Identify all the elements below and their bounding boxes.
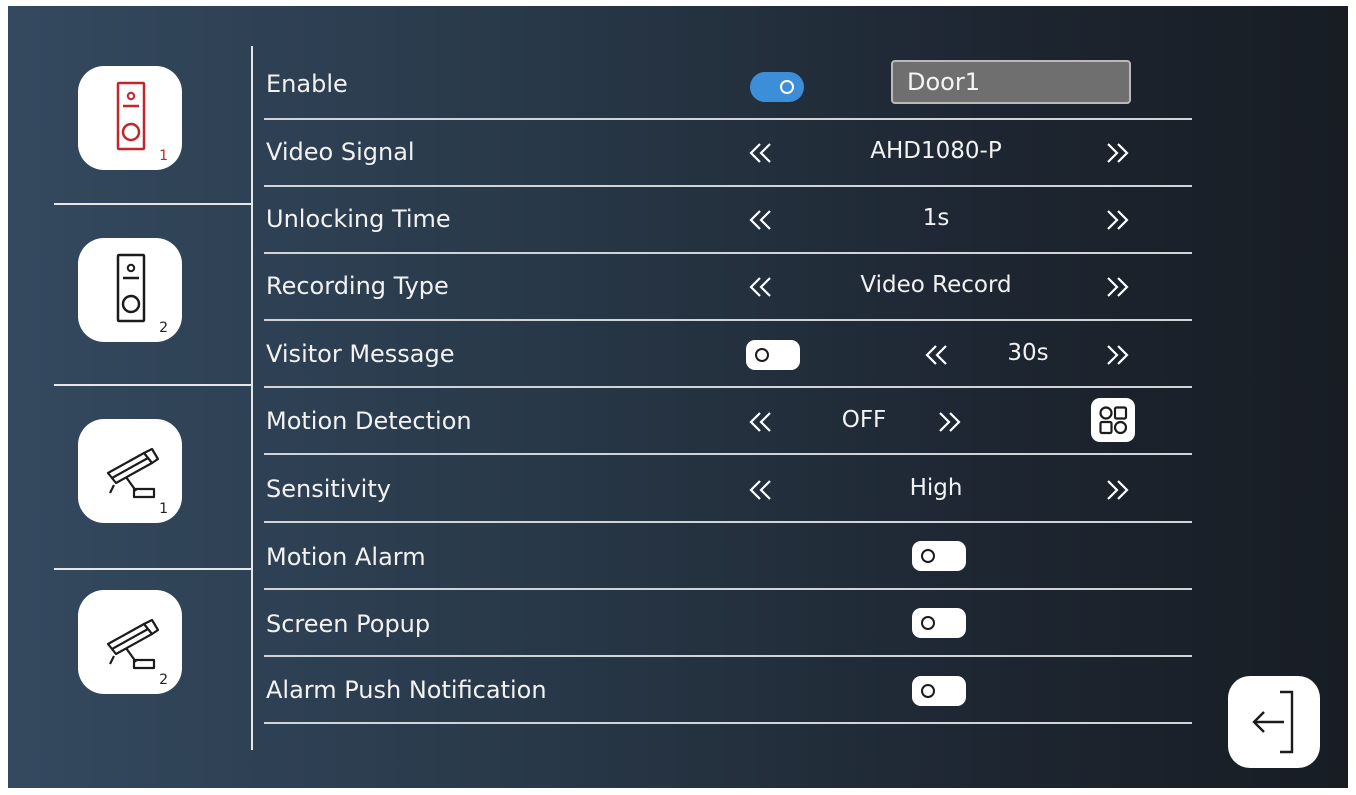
row-divider (264, 588, 1192, 590)
row-divider (264, 722, 1192, 724)
sidebar-separator (54, 568, 253, 570)
row-divider (264, 319, 1192, 321)
row-divider (264, 453, 1192, 455)
double-chevron-right-icon[interactable] (1102, 340, 1132, 370)
sidebar-divider (251, 46, 253, 750)
device-number: 1 (159, 148, 168, 164)
device-tab-camera-1[interactable]: 1 (78, 419, 182, 523)
alarm-push-notification-toggle[interactable] (912, 676, 966, 706)
double-chevron-left-icon[interactable] (746, 475, 776, 505)
motion-zone-grid-button[interactable] (1091, 398, 1135, 442)
exit-icon (1252, 690, 1294, 754)
motion-detection-value: OFF (841, 407, 887, 433)
row-divider (264, 655, 1192, 657)
exit-button[interactable] (1228, 676, 1320, 768)
double-chevron-left-icon[interactable] (746, 407, 776, 437)
video-signal-value: AHD1080-P (870, 138, 1002, 164)
enable-label: Enable (266, 70, 348, 98)
sidebar-separator (54, 203, 253, 205)
row-divider (264, 386, 1192, 388)
sidebar-separator (54, 384, 253, 386)
double-chevron-right-icon[interactable] (1102, 475, 1132, 505)
alarm-push-notification-label: Alarm Push Notification (266, 676, 547, 704)
unlocking-time-value: 1s (922, 205, 950, 231)
device-tab-door-station-2[interactable]: 2 (78, 238, 182, 342)
motion-alarm-label: Motion Alarm (266, 543, 426, 571)
video-signal-label: Video Signal (266, 138, 415, 166)
screen-popup-toggle[interactable] (912, 608, 966, 638)
recording-type-label: Recording Type (266, 272, 449, 300)
double-chevron-left-icon[interactable] (922, 340, 952, 370)
recording-type-value: Video Record (860, 272, 1012, 298)
device-number: 1 (159, 501, 168, 517)
motion-alarm-toggle[interactable] (912, 541, 966, 571)
row-divider (264, 252, 1192, 254)
grid-icon (1099, 406, 1128, 435)
enable-toggle[interactable] (750, 72, 804, 102)
device-tab-door-station-1[interactable]: 1 (78, 66, 182, 170)
double-chevron-left-icon[interactable] (746, 138, 776, 168)
sensitivity-value: High (909, 475, 963, 501)
double-chevron-left-icon[interactable] (746, 272, 776, 302)
row-divider (264, 185, 1192, 187)
double-chevron-right-icon[interactable] (934, 407, 964, 437)
sensitivity-label: Sensitivity (266, 475, 391, 503)
device-number: 2 (159, 320, 168, 336)
settings-screen: 1 2 1 2 Enable Door1 Video Signal AHD108… (8, 6, 1348, 788)
double-chevron-right-icon[interactable] (1102, 138, 1132, 168)
unlocking-time-label: Unlocking Time (266, 205, 451, 233)
double-chevron-right-icon[interactable] (1102, 272, 1132, 302)
screen-popup-label: Screen Popup (266, 610, 431, 638)
visitor-message-duration: 30s (1007, 340, 1049, 366)
visitor-message-toggle[interactable] (746, 340, 800, 370)
visitor-message-label: Visitor Message (266, 340, 455, 368)
device-number: 2 (159, 672, 168, 688)
device-tab-camera-2[interactable]: 2 (78, 590, 182, 694)
row-divider (264, 118, 1192, 120)
row-divider (264, 521, 1192, 523)
motion-detection-label: Motion Detection (266, 407, 472, 435)
double-chevron-right-icon[interactable] (1102, 205, 1132, 235)
double-chevron-left-icon[interactable] (746, 205, 776, 235)
device-name-field[interactable]: Door1 (891, 60, 1131, 104)
